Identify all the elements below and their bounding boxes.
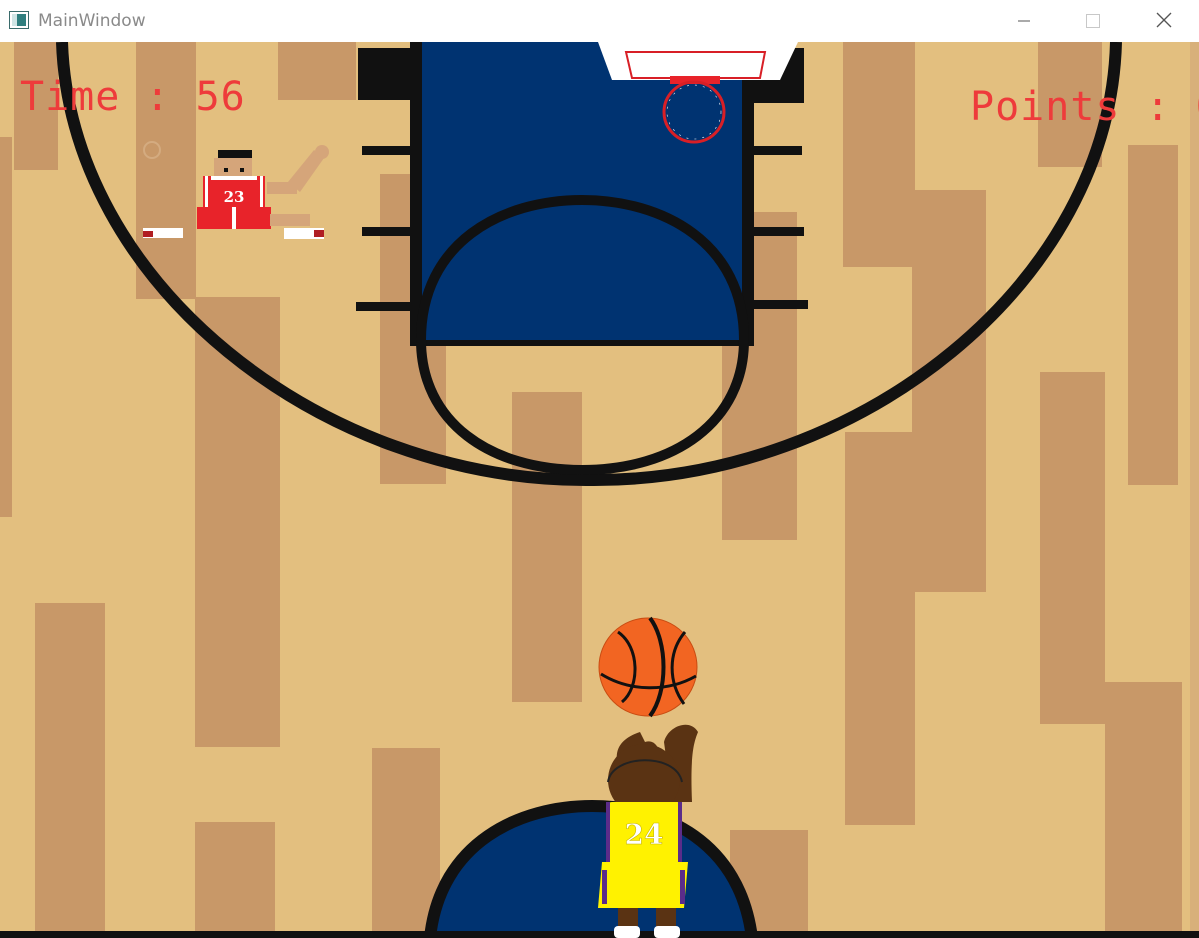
basketball-court: 23 24 (0, 42, 1199, 938)
defender-jersey-number: 23 (224, 188, 245, 206)
game-canvas[interactable]: 23 24 Time: 56 Points: 0 (0, 42, 1199, 938)
time-counter: Time : 56 (20, 74, 246, 120)
close-icon (1156, 12, 1172, 28)
shooter-jersey-number: 24 (625, 818, 664, 851)
maximize-icon (1086, 14, 1100, 28)
minimize-icon (1018, 20, 1030, 22)
points-counter: Points : 0 (970, 84, 1199, 130)
window-title: MainWindow (38, 11, 146, 31)
close-button[interactable] (1129, 0, 1197, 42)
maximize-button[interactable] (1058, 0, 1126, 42)
basketball (598, 616, 698, 718)
app-icon (9, 11, 29, 29)
minimize-button[interactable] (990, 0, 1058, 42)
window-titlebar[interactable]: MainWindow (0, 0, 1199, 42)
